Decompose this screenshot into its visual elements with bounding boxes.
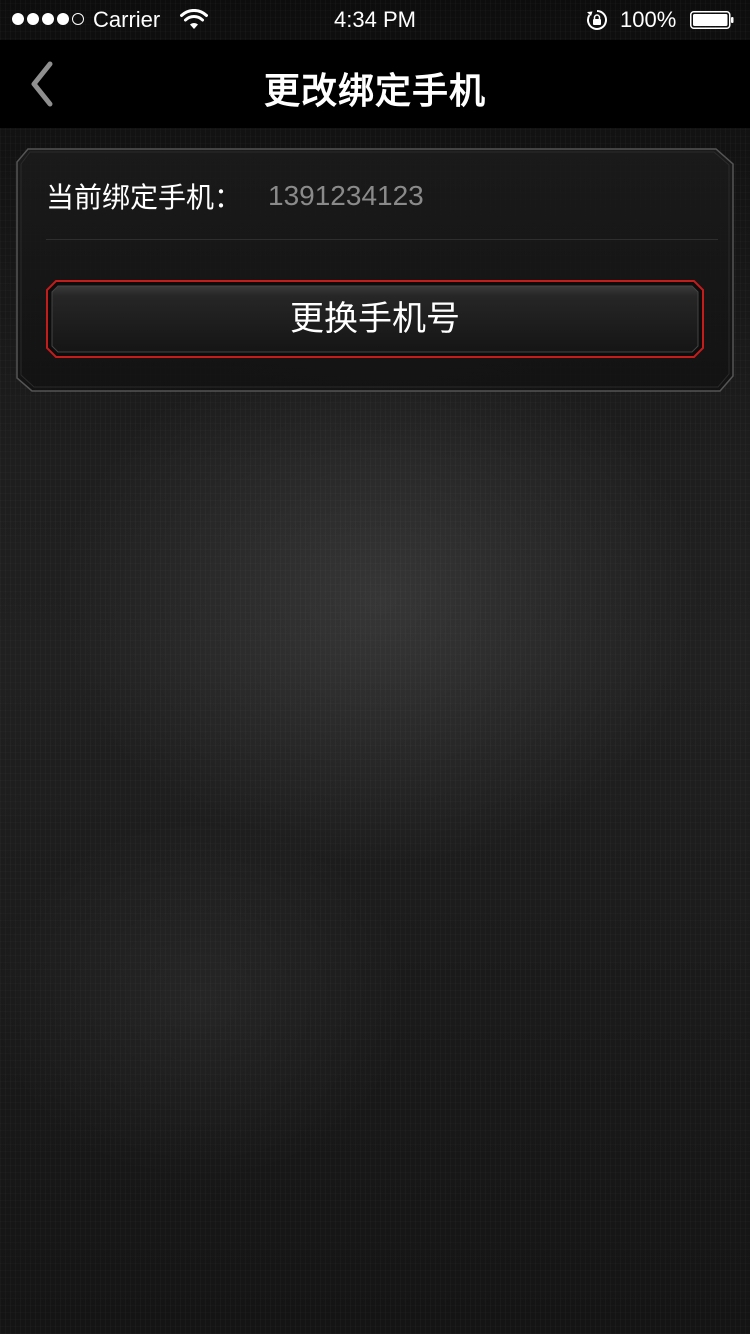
divider (46, 239, 718, 240)
current-phone-label: 当前绑定手机： (46, 181, 243, 214)
battery-icon (690, 11, 734, 29)
status-bar: Carrier 4:34 PM 100% (0, 0, 750, 40)
current-phone-row: 当前绑定手机： 1391234123 (46, 176, 424, 216)
change-phone-label: 更换手机号 (290, 299, 460, 339)
current-phone-value: 1391234123 (268, 180, 424, 211)
screen: Carrier 4:34 PM 100% 更改绑定手机 当前绑定手机： 1391… (0, 0, 750, 1334)
page-title: 更改绑定手机 (263, 71, 486, 112)
binding-panel: 当前绑定手机： 1391234123 更换手机号 (16, 148, 734, 392)
battery-percent: 100% (620, 7, 677, 32)
navigation-bar: 更改绑定手机 (0, 40, 750, 128)
rotation-lock-icon (587, 10, 607, 30)
change-phone-button[interactable]: 更换手机号 (46, 280, 704, 358)
